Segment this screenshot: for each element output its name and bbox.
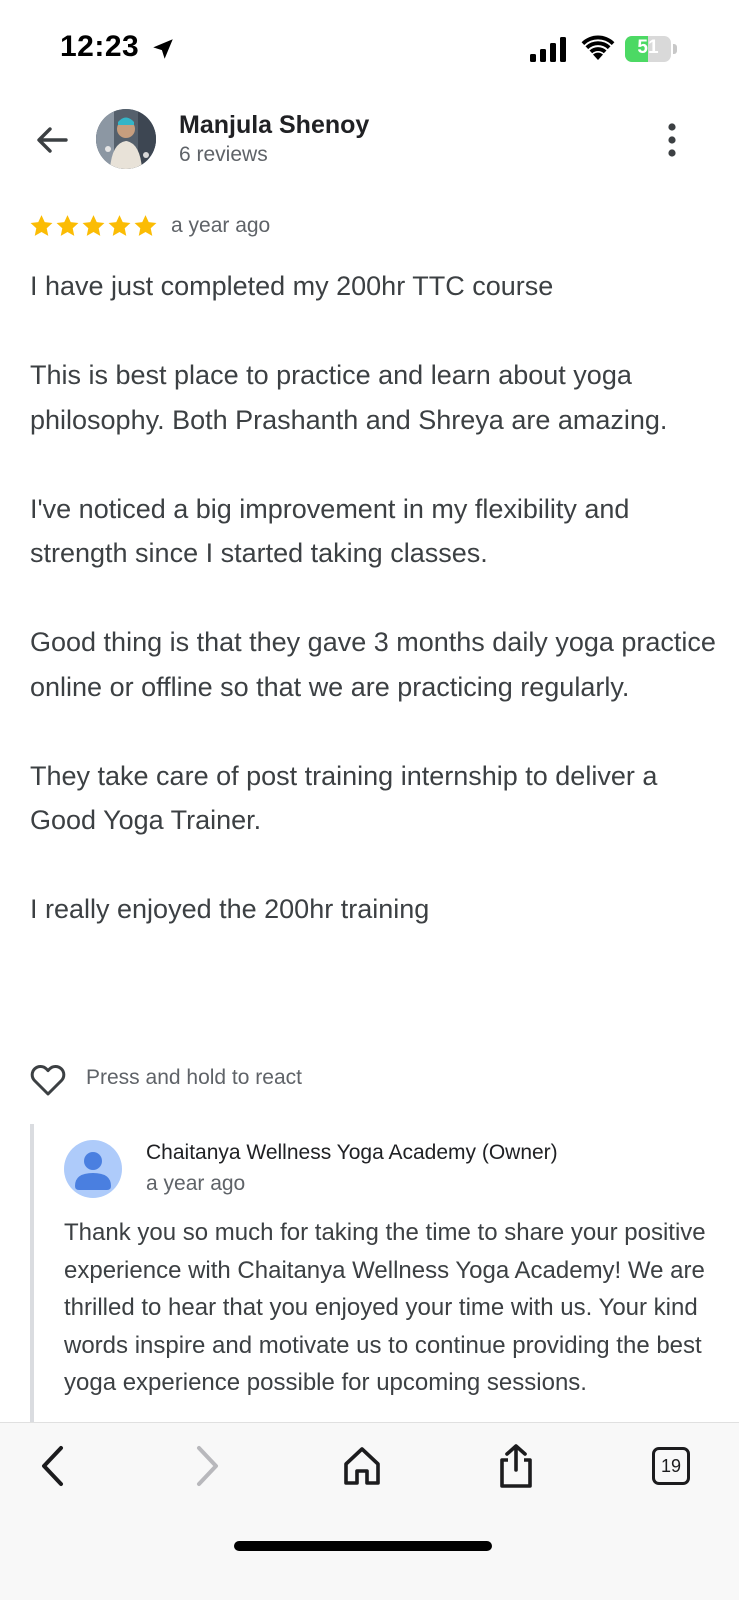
reviewer-avatar[interactable]: [96, 109, 156, 169]
star-rating: [29, 213, 158, 241]
battery-body: 51: [625, 36, 671, 62]
review-paragraph: They take care of post training internsh…: [30, 760, 658, 836]
person-icon: [75, 1152, 111, 1190]
heart-outline-icon[interactable]: [29, 1061, 67, 1097]
wifi-icon: [581, 35, 615, 60]
owner-name: Chaitanya Wellness Yoga Academy (Owner): [146, 1141, 558, 1164]
chevron-left-icon[interactable]: [30, 1443, 80, 1489]
owner-response-text: Thank you so much for taking the time to…: [64, 1219, 706, 1396]
battery-indicator: 51: [625, 36, 677, 62]
review-time: a year ago: [171, 214, 271, 237]
status-time: 12:23: [60, 30, 140, 63]
back-arrow-icon[interactable]: [30, 118, 74, 162]
review-paragraph: I have just completed my 200hr TTC cours…: [30, 271, 554, 301]
reviewer-name[interactable]: Manjula Shenoy: [179, 111, 369, 140]
battery-level: 51: [637, 37, 659, 58]
home-indicator[interactable]: [234, 1541, 492, 1551]
more-vertical-icon[interactable]: [658, 120, 686, 160]
star-icon: [30, 215, 53, 236]
star-icon: [134, 215, 157, 236]
share-icon[interactable]: [491, 1443, 541, 1489]
review-paragraph: I've noticed a big improvement in my fle…: [30, 493, 630, 569]
tabs-button[interactable]: 19: [652, 1447, 690, 1485]
star-icon: [82, 215, 105, 236]
chevron-right-icon[interactable]: [182, 1443, 232, 1489]
react-hint[interactable]: Press and hold to react: [86, 1066, 302, 1090]
owner-avatar: [64, 1140, 122, 1198]
reviewer-photo: [96, 109, 156, 169]
review-paragraph: Good thing is that they gave 3 months da…: [30, 627, 716, 702]
reviewer-review-count: 6 reviews: [179, 143, 268, 166]
owner-response-border: [30, 1124, 34, 1424]
owner-response-time: a year ago: [146, 1172, 246, 1195]
status-bar: 12:23 51: [0, 0, 739, 100]
review-paragraph: I really enjoyed the 200hr training: [30, 894, 430, 924]
star-icon: [56, 215, 79, 236]
screen: 12:23 51 Manjula Shenoy 6 reviews a year…: [0, 0, 739, 1600]
cellular-signal-icon: [530, 37, 566, 62]
location-arrow-icon: [153, 39, 173, 59]
review-paragraph: This is best place to practice and learn…: [30, 360, 668, 435]
review-text: I have just completed my 200hr TTC cours…: [30, 264, 720, 932]
home-icon[interactable]: [337, 1443, 387, 1489]
battery-cap: [673, 44, 677, 54]
star-icon: [108, 215, 131, 236]
